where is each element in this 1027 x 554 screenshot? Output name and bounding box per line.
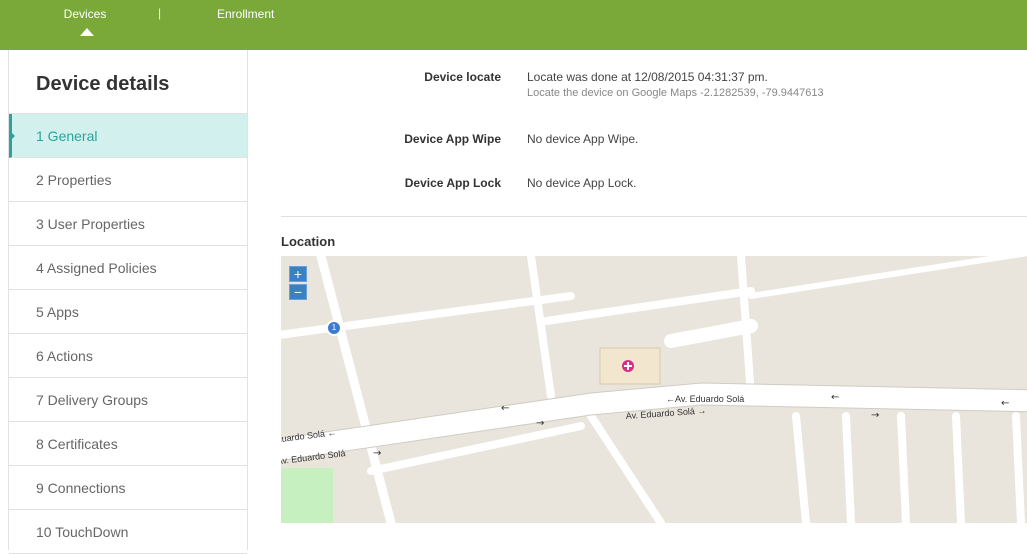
sidebar-item-certificates[interactable]: 8 Certificates [9, 422, 247, 466]
sidebar-item-touchdown[interactable]: 10 TouchDown [9, 510, 247, 554]
zoom-in-button[interactable]: + [289, 266, 307, 282]
device-app-wipe-value: No device App Wipe. [527, 132, 639, 146]
sidebar-item-label: 9 Connections [36, 480, 126, 496]
sidebar-item-label: 7 Delivery Groups [36, 392, 149, 408]
top-nav: Devices | Enrollment [0, 0, 1027, 50]
section-divider [281, 216, 1027, 217]
road [1012, 412, 1025, 523]
sidebar-title: Device details [9, 50, 247, 114]
device-locate-label: Device locate [424, 70, 501, 84]
location-title: Location [281, 234, 336, 249]
active-tab-caret-icon [80, 28, 94, 36]
tab-devices[interactable]: Devices [50, 0, 120, 38]
sidebar-item-label: 6 Actions [36, 348, 93, 364]
park-area [281, 468, 333, 523]
device-app-wipe-label: Device App Wipe [404, 132, 501, 146]
road [281, 292, 575, 339]
road [842, 412, 855, 523]
sidebar-item-user-properties[interactable]: 3 User Properties [9, 202, 247, 246]
street-label: ←Av. Eduardo Solá [666, 394, 744, 404]
sidebar-item-apps[interactable]: 5 Apps [9, 290, 247, 334]
road [792, 412, 810, 523]
sidebar-item-actions[interactable]: 6 Actions [9, 334, 247, 378]
sidebar-item-label: 8 Certificates [36, 436, 118, 452]
sidebar: Device details 1 General 2 Properties 3 … [8, 50, 248, 554]
sidebar-item-general[interactable]: 1 General [9, 114, 247, 158]
direction-arrow-icon: ← [831, 392, 839, 403]
road [748, 256, 1027, 299]
active-marker-icon [9, 130, 15, 142]
tab-devices-label: Devices [63, 7, 107, 21]
sidebar-item-label: 5 Apps [36, 304, 79, 320]
main-content: Device locate Locate was done at 12/08/2… [249, 50, 1027, 550]
device-app-lock-label: Device App Lock [404, 176, 501, 190]
device-app-lock-value: No device App Lock. [527, 176, 637, 190]
sidebar-item-connections[interactable]: 9 Connections [9, 466, 247, 510]
sidebar-item-label: 4 Assigned Policies [36, 260, 157, 276]
sidebar-item-assigned-policies[interactable]: 4 Assigned Policies [9, 246, 247, 290]
sidebar-item-label: 1 General [36, 128, 98, 144]
location-map[interactable]: ←Av. Eduardo Solá Av. Eduardo Solá → dua… [281, 256, 1027, 523]
road [587, 412, 665, 523]
direction-arrow-icon: → [373, 448, 381, 459]
direction-arrow-icon: → [536, 418, 544, 429]
device-locate-value: Locate was done at 12/08/2015 04:31:37 p… [527, 70, 768, 84]
road [952, 412, 965, 523]
road [542, 287, 755, 325]
tab-separator: | [158, 6, 162, 20]
direction-arrow-icon: → [871, 410, 879, 421]
direction-arrow-icon: ← [1001, 398, 1009, 409]
direction-arrow-icon: ← [501, 403, 509, 414]
road [897, 412, 910, 523]
google-maps-link[interactable]: Locate the device on Google Maps -2.1282… [527, 87, 824, 99]
tab-enrollment-label: Enrollment [217, 7, 275, 21]
sidebar-item-delivery-groups[interactable]: 7 Delivery Groups [9, 378, 247, 422]
sidebar-item-label: 3 User Properties [36, 216, 145, 232]
sidebar-item-label: 2 Properties [36, 172, 112, 188]
zoom-out-button[interactable]: − [289, 284, 307, 300]
map-canvas: ←Av. Eduardo Solá Av. Eduardo Solá → dua… [281, 256, 1027, 523]
device-location-marker[interactable]: 1 [326, 320, 342, 336]
sidebar-item-properties[interactable]: 2 Properties [9, 158, 247, 202]
sidebar-item-label: 10 TouchDown [36, 524, 129, 540]
tab-enrollment[interactable]: Enrollment [217, 0, 274, 38]
road [664, 319, 758, 348]
road [527, 256, 555, 400]
